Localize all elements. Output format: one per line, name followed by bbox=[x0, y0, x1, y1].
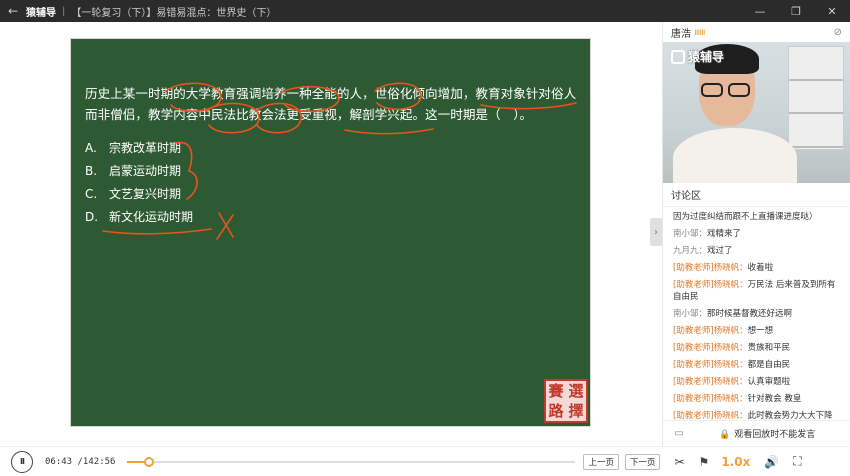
right-panel: 唐浩 ıııııı ⊘ 猿辅导 讨论区 因为过度纠结而跟不上直播课进度哒） 南小邹… bbox=[662, 22, 850, 446]
logo-icon bbox=[671, 49, 685, 64]
option-d: D. 新文化运动时期 bbox=[85, 205, 193, 228]
ink-underline-anatomy bbox=[344, 128, 434, 135]
question-text: 历史上某一时期的大学教育强调培养一种全能的人，世俗化倾向增加，教育对象针对俗人而… bbox=[85, 86, 577, 122]
pause-button[interactable]: II bbox=[11, 450, 33, 473]
option-text: 新文化运动时期 bbox=[109, 210, 194, 224]
title-bar: ← 猿辅导 | 【一轮复习（下）】易错易混点：世界史（下） — ❐ ✕ bbox=[0, 0, 850, 22]
chat-text: 认真审题啦 bbox=[747, 377, 791, 387]
lesson-stage: 历史上某一时期的大学教育强调培养一种全能的人，世俗化倾向增加，教育对象针对俗人而… bbox=[0, 22, 650, 446]
answer-options: A. 宗教改革时期 B. 启蒙运动时期 C. 文艺复兴时期 D. 新文化运动时期 bbox=[85, 136, 193, 228]
chat-text: 想一想 bbox=[747, 326, 774, 336]
chat-message: 九月九：戏过了 bbox=[673, 245, 842, 257]
chat-message: [助教老师]杨晓帆：针对教会 教皇 bbox=[673, 393, 842, 405]
chat-message: [助教老师]杨晓帆：收着啦 bbox=[673, 262, 842, 274]
chat-text: 因为过度纠结而跟不上直播课进度哒） bbox=[673, 212, 818, 222]
app-window: ← 猿辅导 | 【一轮复习（下）】易错易混点：世界史（下） — ❐ ✕ 历史上某… bbox=[0, 0, 850, 476]
ink-underline-d bbox=[102, 228, 212, 235]
chat-text: 收着啦 bbox=[747, 263, 774, 273]
fullscreen-icon[interactable]: ⛶ bbox=[793, 454, 801, 469]
speed-button[interactable]: 1.0x bbox=[721, 455, 750, 469]
progress-handle[interactable] bbox=[143, 456, 154, 467]
chat-sender: [助教老师]杨晓帆： bbox=[673, 263, 748, 273]
option-key: A. bbox=[85, 140, 97, 155]
chat-text: 针对教会 教皇 bbox=[747, 394, 802, 404]
title-separator: | bbox=[62, 5, 66, 17]
option-text: 宗教改革时期 bbox=[109, 141, 182, 155]
chat-sender: [助教老师]杨晓帆： bbox=[673, 377, 748, 387]
lock-note-text: 观看回放时不能发言 bbox=[734, 430, 816, 440]
option-key: C. bbox=[85, 186, 98, 201]
panel-footer: ▭ 🔒 观看回放时不能发言 bbox=[663, 420, 850, 446]
seal-stamp: 賽 選 路 擇 bbox=[544, 379, 588, 423]
option-c: C. 文艺复兴时期 bbox=[85, 182, 193, 205]
seal-char: 擇 bbox=[568, 402, 584, 420]
option-b: B. 启蒙运动时期 bbox=[85, 159, 193, 182]
collapse-panel-chevron-icon[interactable]: › bbox=[650, 218, 662, 246]
discussion-title: 讨论区 bbox=[663, 183, 850, 207]
watermark-text: 猿辅导 bbox=[688, 50, 725, 64]
signal-icon: ıııııı bbox=[694, 26, 706, 38]
time-readout: 06:43 /142:56 bbox=[45, 457, 115, 467]
chat-list: 因为过度纠结而跟不上直播课进度哒） 南小邹：戏精来了 九月九：戏过了 [助教老师]杨晓… bbox=[663, 207, 850, 422]
chat-text: 那时候基督教还好远啊 bbox=[707, 309, 793, 319]
chat-message: [助教老师]杨晓帆：认真审题啦 bbox=[673, 376, 842, 388]
chat-message: [助教老师]杨晓帆：都是自由民 bbox=[673, 359, 842, 371]
chat-text: 戏精来了 bbox=[707, 229, 742, 239]
prev-page-button[interactable]: 上一页 bbox=[583, 453, 619, 470]
next-page-button[interactable]: 下一页 bbox=[624, 453, 661, 470]
chat-sender: [助教老师]杨晓帆： bbox=[673, 394, 748, 404]
chat-sender: 九月九： bbox=[673, 246, 708, 256]
lock-icon: 🔒 bbox=[719, 430, 731, 440]
player-controls: II 06:43 /142:56 上一页 下一页 ✂ ⚑ 1.0x 🔊 ⛶ bbox=[0, 446, 850, 476]
chat-text: 都是自由民 bbox=[747, 360, 791, 370]
chat-sender: 南小邹： bbox=[673, 309, 708, 319]
close-icon[interactable]: ✕ bbox=[814, 0, 850, 22]
chat-text: 贵族和平民 bbox=[747, 343, 791, 353]
progress-bar[interactable] bbox=[127, 456, 576, 467]
chat-sender: [助教老师]杨晓帆： bbox=[673, 360, 748, 370]
ink-x-d bbox=[216, 212, 234, 240]
restore-icon[interactable]: ❐ bbox=[778, 0, 814, 22]
chat-text: 戏过了 bbox=[707, 246, 733, 256]
window-controls: — ❐ ✕ bbox=[742, 0, 850, 22]
option-a: A. 宗教改革时期 bbox=[85, 136, 193, 159]
option-text: 文艺复兴时期 bbox=[109, 187, 182, 201]
chat-sender: 南小邹： bbox=[673, 229, 708, 239]
video-watermark: 猿辅导 bbox=[671, 48, 724, 65]
seal-char: 賽 bbox=[548, 382, 564, 400]
lesson-title: 【一轮复习（下）】易错易混点：世界史（下） bbox=[71, 7, 277, 19]
total-time: /142:56 bbox=[77, 456, 116, 467]
chat-message: 南小邹：那时候基督教还好远啊 bbox=[673, 308, 842, 320]
option-key: B. bbox=[85, 163, 98, 178]
lock-note: 🔒 观看回放时不能发言 bbox=[719, 427, 815, 440]
chalkboard-slide: 历史上某一时期的大学教育强调培养一种全能的人，世俗化倾向增加，教育对象针对俗人而… bbox=[70, 38, 591, 427]
screen-icon[interactable]: ▭ bbox=[663, 428, 695, 439]
teacher-name: 唐浩 bbox=[671, 28, 691, 40]
option-key: D. bbox=[85, 209, 99, 224]
camera-off-icon[interactable]: ⊘ bbox=[834, 27, 842, 38]
minimize-icon[interactable]: — bbox=[742, 0, 778, 22]
teacher-glasses bbox=[701, 82, 755, 97]
scissors-icon[interactable]: ✂ bbox=[674, 455, 684, 469]
seal-char: 選 bbox=[568, 382, 584, 400]
teacher-bar: 唐浩 ıııııı ⊘ bbox=[663, 22, 850, 42]
option-text: 启蒙运动时期 bbox=[109, 164, 182, 178]
chat-sender: [助教老师]杨晓帆： bbox=[673, 343, 748, 353]
chat-message: 南小邹：戏精来了 bbox=[673, 228, 842, 240]
teacher-shirt bbox=[673, 128, 797, 183]
chat-message: 因为过度纠结而跟不上直播课进度哒） bbox=[673, 211, 842, 223]
volume-icon[interactable]: 🔊 bbox=[764, 455, 779, 469]
seal-char: 路 bbox=[548, 402, 564, 420]
flag-icon[interactable]: ⚑ bbox=[699, 455, 710, 469]
chat-sender: [助教老师]杨晓帆： bbox=[673, 280, 748, 290]
app-brand: 猿辅导 bbox=[26, 7, 56, 19]
chat-message: [助教老师]杨晓帆：想一想 bbox=[673, 325, 842, 337]
back-arrow-icon[interactable]: ← bbox=[0, 4, 26, 18]
chat-message: [助教老师]杨晓帆：贵族和平民 bbox=[673, 342, 842, 354]
chat-sender: [助教老师]杨晓帆： bbox=[673, 326, 748, 336]
teacher-video: 猿辅导 bbox=[663, 42, 850, 183]
current-time: 06:43 bbox=[45, 456, 73, 467]
chat-message: [助教老师]杨晓帆：万民法 后来普及到所有自由民 bbox=[673, 279, 842, 303]
bookshelf bbox=[788, 46, 844, 150]
